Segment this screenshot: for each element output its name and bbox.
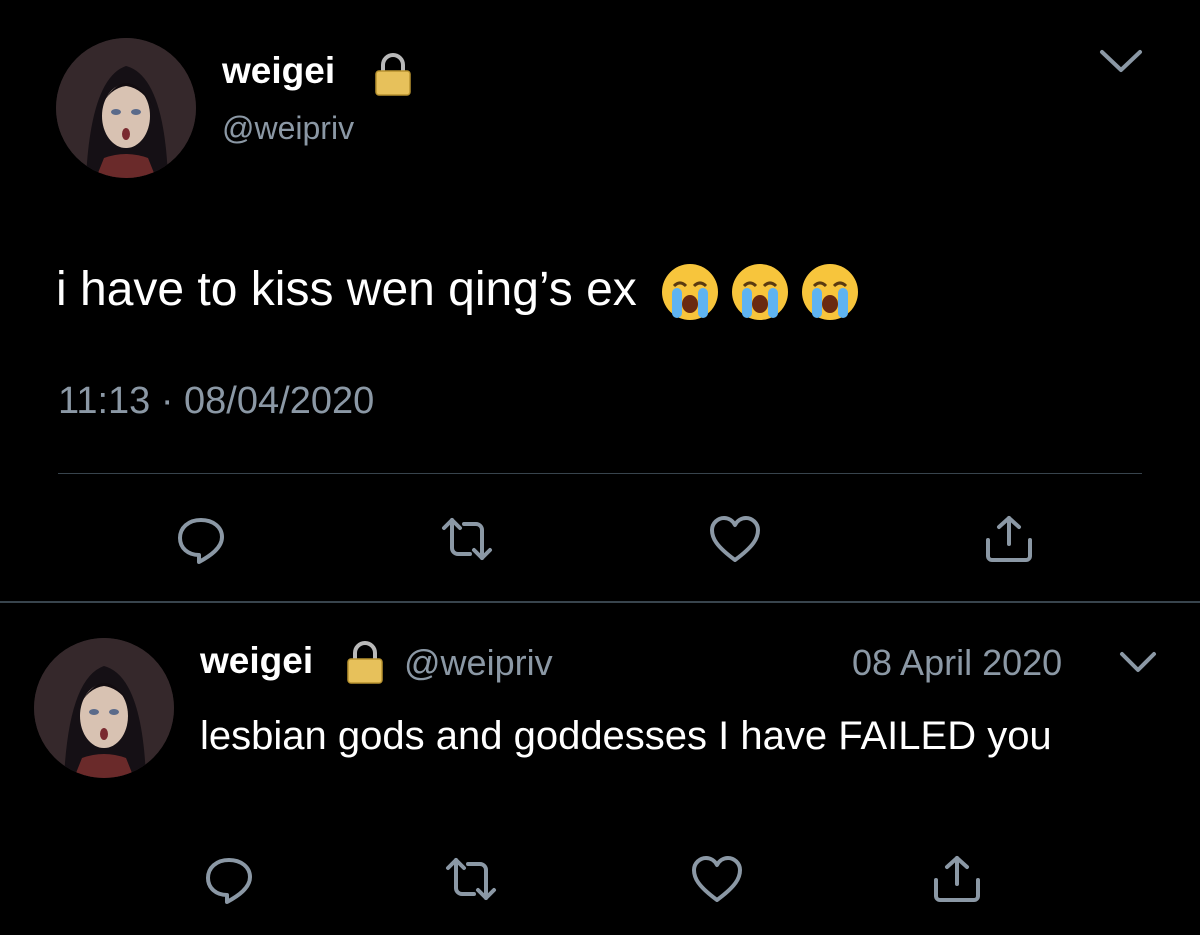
timestamp[interactable]: 11:13 · 08/04/2020 bbox=[58, 380, 374, 423]
display-name[interactable]: weigei bbox=[222, 50, 335, 92]
chevron-down-icon[interactable] bbox=[1118, 648, 1158, 678]
share-icon[interactable] bbox=[980, 510, 1038, 568]
handle[interactable]: @weipriv bbox=[222, 110, 354, 147]
display-name[interactable]: weigei bbox=[200, 640, 313, 682]
lock-icon bbox=[344, 640, 386, 684]
divider bbox=[58, 473, 1142, 474]
like-icon[interactable] bbox=[688, 850, 746, 908]
avatar[interactable] bbox=[56, 38, 196, 178]
retweet-icon[interactable] bbox=[438, 510, 496, 568]
tweet-text-body: i have to kiss wen qing’s ex bbox=[56, 263, 637, 316]
tweet-text: i have to kiss wen qing’s ex bbox=[56, 262, 860, 322]
loudly-crying-face-icon bbox=[660, 262, 720, 322]
handle[interactable]: @weipriv bbox=[404, 642, 553, 684]
reply-icon[interactable] bbox=[200, 850, 258, 908]
loudly-crying-face-icon bbox=[730, 262, 790, 322]
tweet-date[interactable]: 08 April 2020 bbox=[852, 642, 1062, 684]
like-icon[interactable] bbox=[706, 510, 764, 568]
share-icon[interactable] bbox=[928, 850, 986, 908]
tweet-text: lesbian gods and goddesses I have FAILED… bbox=[200, 714, 1052, 758]
avatar[interactable] bbox=[34, 638, 174, 778]
tweet-separator bbox=[0, 601, 1200, 603]
chevron-down-icon[interactable] bbox=[1098, 44, 1144, 80]
reply-icon[interactable] bbox=[172, 510, 230, 568]
lock-icon bbox=[372, 52, 414, 96]
retweet-icon[interactable] bbox=[442, 850, 500, 908]
loudly-crying-face-icon bbox=[800, 262, 860, 322]
